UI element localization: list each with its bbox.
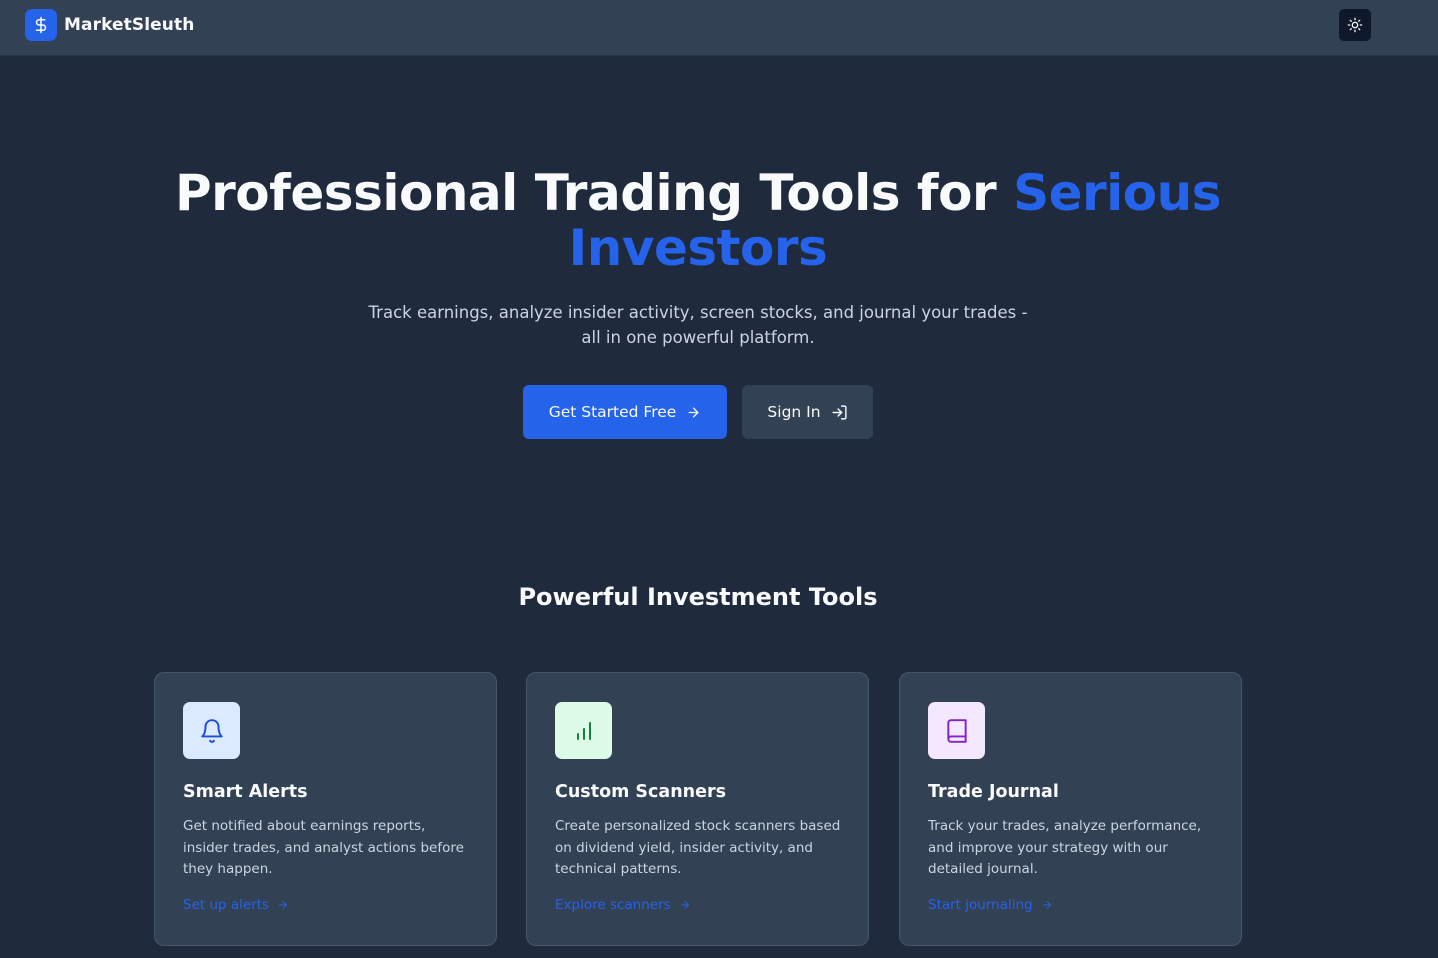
card-description: Get notified about earnings reports, ins…	[183, 818, 464, 878]
features-title: Powerful Investment Tools	[518, 583, 878, 611]
theme-toggle-button[interactable]	[1339, 9, 1371, 41]
set-up-alerts-link[interactable]: Set up alerts	[183, 897, 289, 913]
hero-title: Professional Trading Tools for Serious I…	[160, 166, 1236, 276]
feature-card-smart-alerts: Smart Alerts Get notified about earnings…	[154, 672, 497, 946]
arrow-right-icon	[279, 901, 288, 909]
get-started-button[interactable]: Get Started Free	[523, 385, 727, 439]
dollar-sign-icon[interactable]	[25, 9, 57, 41]
feature-card-trade-journal: Trade Journal Track your trades, analyze…	[899, 672, 1242, 946]
arrow-right-icon	[1042, 901, 1051, 909]
get-started-label: Get Started Free	[548, 403, 677, 421]
arrow-right-icon	[680, 901, 689, 909]
bell-icon	[183, 702, 240, 759]
bar-chart-icon	[555, 702, 612, 759]
card-title: Custom Scanners	[555, 782, 727, 802]
hero-subtitle: Track earnings, analyze insider activity…	[368, 303, 1028, 347]
sign-in-button[interactable]: Sign In	[742, 385, 873, 439]
arrow-right-icon	[688, 407, 699, 417]
sign-in-label: Sign In	[767, 403, 821, 421]
log-in-icon	[831, 404, 847, 420]
explore-scanners-link[interactable]: Explore scanners	[555, 897, 691, 913]
card-link-label: Start journaling	[928, 897, 1033, 913]
book-icon	[928, 702, 985, 759]
card-link-label: Set up alerts	[183, 897, 270, 913]
card-description: Track your trades, analyze performance, …	[928, 818, 1202, 878]
sun-icon	[1347, 17, 1363, 33]
card-link-label: Explore scanners	[555, 897, 671, 913]
hero-title-main: Professional Trading Tools for	[174, 164, 1014, 222]
card-title: Smart Alerts	[183, 782, 308, 802]
card-description: Create personalized stock scanners based…	[555, 818, 841, 878]
feature-card-custom-scanners: Custom Scanners Create personalized stoc…	[526, 672, 869, 946]
card-title: Trade Journal	[928, 782, 1059, 802]
start-journaling-link[interactable]: Start journaling	[928, 897, 1053, 913]
top-navbar: MarketSleuth	[0, 0, 1438, 56]
brand-name[interactable]: MarketSleuth	[64, 15, 194, 35]
